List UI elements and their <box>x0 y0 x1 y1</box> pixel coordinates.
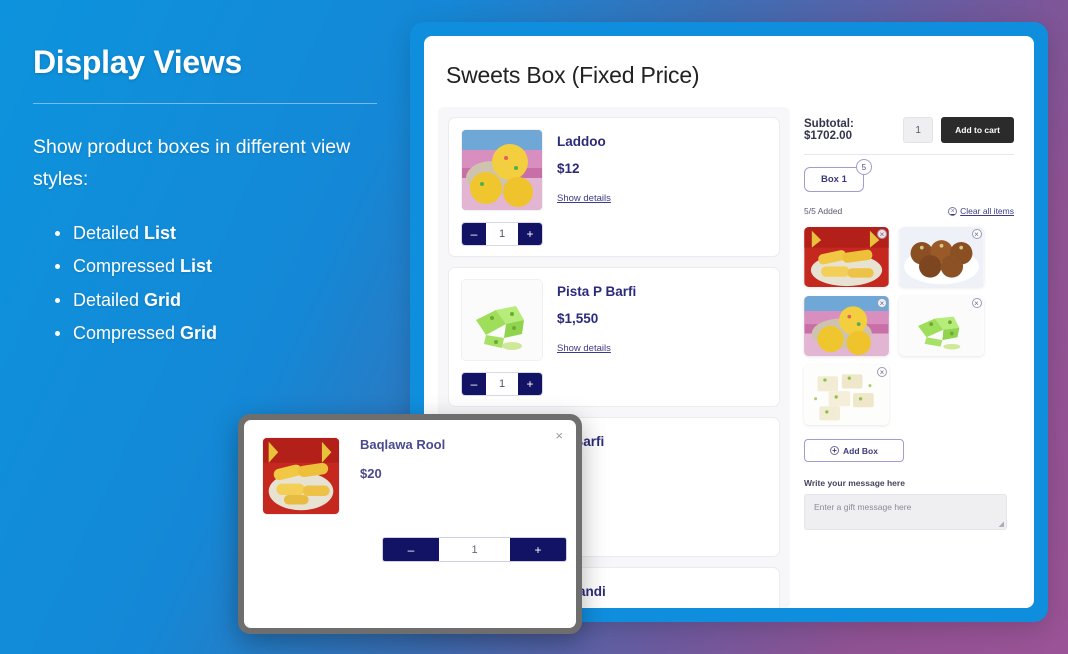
tab-box-1[interactable]: Box 1 <box>804 167 864 192</box>
selected-items-grid: × × × × × <box>804 227 984 425</box>
clear-all-label: Clear all items <box>960 206 1014 216</box>
selected-item-thumb[interactable]: × <box>898 227 984 287</box>
box-tab-group[interactable]: Box 1 5 <box>804 159 872 192</box>
product-info: Laddoo $12 Show details <box>557 129 611 246</box>
feature-bold: Grid <box>144 289 182 310</box>
quantity-value[interactable]: 1 <box>439 538 510 561</box>
circle-close-icon: × <box>948 206 958 216</box>
cart-quantity-input[interactable]: 1 <box>903 117 934 143</box>
laddoo-image <box>461 129 543 211</box>
modal-content-row: Baqlawa Rool $20 <box>262 437 558 515</box>
box-summary-panel: Subtotal: $1702.00 1 Add to cart Box 1 5… <box>790 107 1020 608</box>
quantity-value[interactable]: 1 <box>486 373 518 395</box>
app-title: Sweets Box (Fixed Price) <box>446 62 700 88</box>
feature-plain: Detailed <box>73 289 145 310</box>
selected-item-thumb[interactable]: × <box>898 296 984 356</box>
product-modal-frame: × Baqlawa Rool $20 – 1 + <box>238 414 582 634</box>
decrement-button[interactable]: – <box>462 373 486 395</box>
remove-item-icon[interactable]: × <box>971 298 982 308</box>
show-details-link[interactable]: Show details <box>557 343 611 354</box>
increment-button[interactable]: + <box>518 223 542 245</box>
modal-product-price: $20 <box>360 466 382 481</box>
quantity-stepper[interactable]: – 1 + <box>461 222 543 246</box>
remove-item-icon[interactable]: × <box>877 367 887 377</box>
product-price: $1,550 <box>557 311 599 326</box>
feature-bold: List <box>144 223 177 244</box>
resize-grip-icon[interactable]: ◢ <box>999 520 1004 528</box>
remove-item-icon[interactable]: × <box>971 229 982 239</box>
baqlawa-rool-image <box>262 437 340 515</box>
added-status-row: 5/5 Added × Clear all items <box>804 206 1014 216</box>
feature-list: Detailed List Compressed List Detailed G… <box>33 217 380 350</box>
list-item: Detailed Grid <box>33 284 380 317</box>
close-icon[interactable]: × <box>555 428 563 443</box>
product-card-pista-p-barfi[interactable]: – 1 + Pista P Barfi $1,550 Show details <box>448 267 780 407</box>
modal-quantity-stepper[interactable]: – 1 + <box>382 537 567 562</box>
gift-message-input[interactable]: Enter a gift message here ◢ <box>804 494 1007 530</box>
subtotal-label: Subtotal: $1702.00 <box>804 118 854 142</box>
product-name: Laddoo <box>557 134 606 149</box>
remove-item-icon[interactable]: × <box>877 298 887 308</box>
clear-all-items-button[interactable]: × Clear all items <box>948 206 1014 216</box>
page-title: Display Views <box>33 44 242 80</box>
box-item-count-badge: 5 <box>855 159 872 175</box>
selected-item-thumb[interactable]: × <box>804 227 889 287</box>
pista-barfi-image <box>461 279 543 361</box>
added-count-label: 5/5 Added <box>804 206 843 216</box>
feature-bold: List <box>180 256 213 277</box>
add-to-cart-button[interactable]: Add to cart <box>941 117 1014 143</box>
product-modal: × Baqlawa Rool $20 – 1 + <box>244 420 576 628</box>
selected-item-thumb[interactable]: × <box>804 365 889 425</box>
gift-message-label: Write your message here <box>804 478 905 488</box>
product-card-laddoo[interactable]: – 1 + Laddoo $12 Show details <box>448 117 780 257</box>
product-info: Pista P Barfi $1,550 Show details <box>557 279 636 396</box>
product-price: $12 <box>557 161 580 176</box>
modal-product-name: Baqlawa Rool <box>360 437 446 452</box>
summary-divider <box>804 154 1014 155</box>
feature-bold: Grid <box>180 323 218 344</box>
product-name: Pista P Barfi <box>557 284 637 299</box>
intro-text: Show product boxes in different view sty… <box>33 136 351 190</box>
modal-info: Baqlawa Rool $20 <box>360 437 445 515</box>
increment-button[interactable]: + <box>518 373 542 395</box>
list-item: Compressed List <box>33 250 380 283</box>
quantity-value[interactable]: 1 <box>486 223 518 245</box>
summary-header: Subtotal: $1702.00 1 Add to cart <box>804 117 1014 143</box>
feature-plain: Compressed <box>73 323 181 344</box>
list-item: Detailed List <box>33 217 380 250</box>
feature-plain: Compressed <box>73 256 181 277</box>
quantity-stepper[interactable]: – 1 + <box>461 372 543 396</box>
plus-circle-icon: + <box>830 446 840 455</box>
feature-plain: Detailed <box>73 223 145 244</box>
decrement-button[interactable]: – <box>462 223 486 245</box>
product-media: – 1 + <box>461 279 543 396</box>
remove-item-icon[interactable]: × <box>877 229 887 239</box>
selected-item-thumb[interactable]: × <box>804 296 889 356</box>
product-media: – 1 + <box>461 129 543 246</box>
increment-button[interactable]: + <box>510 538 566 561</box>
show-details-link[interactable]: Show details <box>557 193 611 204</box>
list-item: Compressed Grid <box>33 317 380 350</box>
gift-message-placeholder: Enter a gift message here <box>814 502 912 512</box>
title-divider <box>33 103 377 104</box>
decrement-button[interactable]: – <box>383 538 439 561</box>
add-box-label: Add Box <box>843 445 878 456</box>
add-box-button[interactable]: + Add Box <box>804 439 904 462</box>
